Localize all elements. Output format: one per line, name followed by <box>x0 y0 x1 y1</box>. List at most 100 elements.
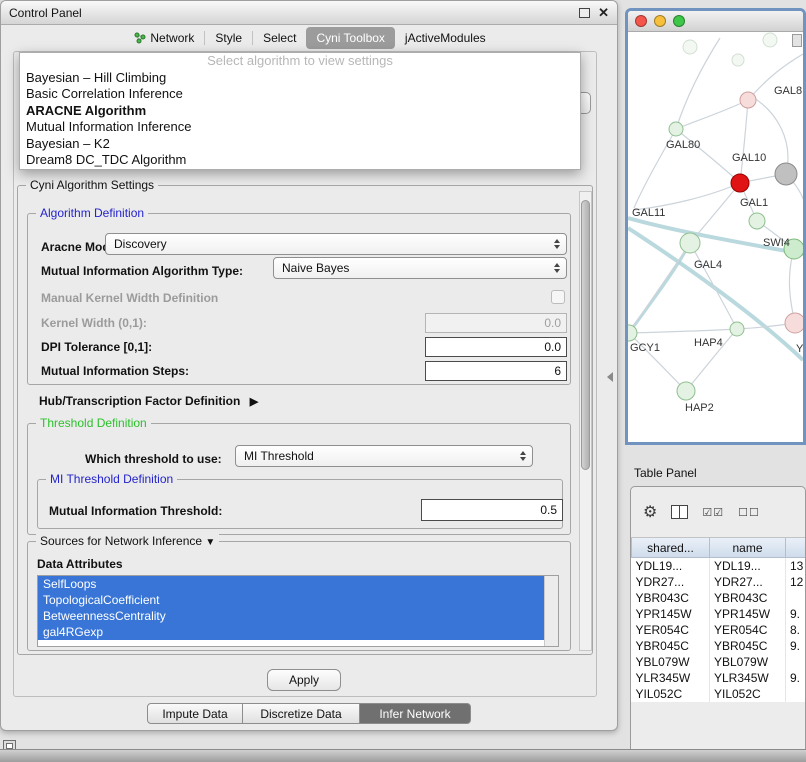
tab-infer-network[interactable]: Infer Network <box>359 703 471 724</box>
table-row[interactable]: YIL052C YIL052C <box>632 686 806 702</box>
table-row[interactable]: YBR043C YBR043C <box>632 590 806 606</box>
mi-steps-field[interactable] <box>425 361 567 381</box>
cell[interactable]: YBR043C <box>632 590 710 606</box>
mi-threshold-field[interactable] <box>421 499 563 521</box>
cell[interactable]: YBR043C <box>710 590 786 606</box>
network-canvas[interactable]: GAL8 GAL80 GAL10 GAL11 GAL1 SWI4 GAL4 GC… <box>628 32 803 443</box>
column-header[interactable]: shared... <box>632 538 710 558</box>
cell[interactable]: YIL052C <box>632 686 710 702</box>
cell[interactable]: YBR045C <box>710 638 786 654</box>
data-attributes-label: Data Attributes <box>37 557 123 571</box>
column-browser-icon[interactable] <box>671 505 688 519</box>
algorithm-option-selected[interactable]: ARACNE Algorithm <box>20 103 580 120</box>
mi-algorithm-type-label: Mutual Information Algorithm Type: <box>41 264 243 278</box>
cell[interactable]: 12 <box>786 574 806 590</box>
cell[interactable]: 8. <box>786 622 806 638</box>
sources-toggle[interactable]: Sources for Network Inference ▼ <box>36 534 219 550</box>
gear-icon[interactable]: ⚙ <box>643 502 657 522</box>
table-row[interactable]: YBR045C YBR045C 9. <box>632 638 806 654</box>
cell[interactable]: YDL19... <box>710 558 786 575</box>
cell[interactable]: YDL19... <box>632 558 710 575</box>
attribute-option-selected[interactable]: BetweennessCentrality <box>38 608 544 624</box>
canvas-scrollbar-button[interactable] <box>792 34 802 47</box>
table-row[interactable]: YLR345W YLR345W 9. <box>632 670 806 686</box>
table-row[interactable]: YPR145W YPR145W 9. <box>632 606 806 622</box>
tab-discretize-data[interactable]: Discretize Data <box>242 703 360 724</box>
cell[interactable]: 9. <box>786 606 806 622</box>
aracne-mode-combobox[interactable]: Discovery <box>105 233 567 255</box>
cell[interactable]: YLR345W <box>710 670 786 686</box>
network-node[interactable] <box>775 163 797 185</box>
table-row[interactable]: YER054C YER054C 8. <box>632 622 806 638</box>
cell[interactable]: YBL079W <box>710 654 786 670</box>
cell[interactable]: YPR145W <box>632 606 710 622</box>
network-node[interactable] <box>683 40 697 54</box>
algorithm-option[interactable]: Dream8 DC_TDC Algorithm <box>20 152 580 169</box>
list-scrollbar-track[interactable] <box>544 576 558 646</box>
network-node[interactable] <box>740 92 756 108</box>
network-node[interactable] <box>785 313 803 333</box>
close-traffic-light[interactable] <box>635 15 647 27</box>
tab-network[interactable]: Network <box>124 27 204 49</box>
cell[interactable]: YLR345W <box>632 670 710 686</box>
tab-style[interactable]: Style <box>205 27 252 49</box>
which-threshold-combobox[interactable]: MI Threshold <box>235 445 533 467</box>
network-node[interactable] <box>763 33 777 47</box>
attribute-option-selected[interactable]: gal4RGexp <box>38 624 544 640</box>
network-node[interactable] <box>677 382 695 400</box>
select-all-columns-icon[interactable]: ☑☑ <box>702 506 724 519</box>
hub-section-toggle[interactable]: Hub/Transcription Factor Definition ▶ <box>39 394 258 409</box>
algorithm-option[interactable]: Mutual Information Inference <box>20 119 580 136</box>
cell[interactable]: YBR045C <box>632 638 710 654</box>
tab-impute-data[interactable]: Impute Data <box>147 703 243 724</box>
minimize-traffic-light[interactable] <box>654 15 666 27</box>
tab-select[interactable]: Select <box>253 27 306 49</box>
cell[interactable] <box>786 590 806 606</box>
network-node[interactable] <box>628 325 637 341</box>
apply-button[interactable]: Apply <box>267 669 341 691</box>
attribute-option-selected[interactable]: TopologicalCoefficient <box>38 592 544 608</box>
mi-algorithm-type-combobox[interactable]: Naive Bayes <box>273 257 567 279</box>
cell[interactable]: YBL079W <box>632 654 710 670</box>
table-row[interactable]: YDL19... YDL19... 13 <box>632 558 806 575</box>
network-node[interactable] <box>731 174 749 192</box>
cell[interactable]: 9. <box>786 638 806 654</box>
cell[interactable]: 9. <box>786 670 806 686</box>
cell[interactable]: YPR145W <box>710 606 786 622</box>
settings-scrollbar-track[interactable] <box>579 191 592 651</box>
dpi-tolerance-field[interactable] <box>425 337 567 357</box>
network-node[interactable] <box>680 233 700 253</box>
cell[interactable]: YDR27... <box>710 574 786 590</box>
cell[interactable] <box>786 654 806 670</box>
column-header[interactable] <box>786 538 806 558</box>
splitter-collapse-arrow-icon[interactable] <box>607 372 613 382</box>
manual-kernel-width-checkbox[interactable] <box>551 290 565 304</box>
network-node[interactable] <box>732 54 744 66</box>
algorithm-option[interactable]: Basic Correlation Inference <box>20 86 580 103</box>
algorithm-option[interactable]: Bayesian – K2 <box>20 136 580 153</box>
network-node[interactable] <box>730 322 744 336</box>
control-panel-titlebar[interactable]: Control Panel ✕ <box>1 1 617 25</box>
cell[interactable]: 13 <box>786 558 806 575</box>
zoom-traffic-light[interactable] <box>673 15 685 27</box>
attribute-option-selected[interactable]: SelfLoops <box>38 576 544 592</box>
cell[interactable]: YIL052C <box>710 686 786 702</box>
network-node[interactable] <box>669 122 683 136</box>
tab-cyni-toolbox[interactable]: Cyni Toolbox <box>306 27 394 49</box>
cell[interactable] <box>786 686 806 702</box>
algorithm-option[interactable]: Bayesian – Hill Climbing <box>20 70 580 87</box>
table-row[interactable]: YBL079W YBL079W <box>632 654 806 670</box>
tab-jactivemodules[interactable]: jActiveModules <box>395 27 496 49</box>
cell[interactable]: YER054C <box>710 622 786 638</box>
close-icon[interactable]: ✕ <box>598 5 609 21</box>
network-node[interactable] <box>749 213 765 229</box>
network-window-titlebar[interactable] <box>628 11 803 32</box>
column-header[interactable]: name <box>710 538 786 558</box>
cell[interactable]: YDR27... <box>632 574 710 590</box>
cell[interactable]: YER054C <box>632 622 710 638</box>
table-row[interactable]: YDR27... YDR27... 12 <box>632 574 806 590</box>
deselect-all-columns-icon[interactable]: ☐☐ <box>738 506 760 519</box>
float-window-icon[interactable] <box>579 8 590 18</box>
settings-scrollbar-thumb[interactable] <box>581 200 590 470</box>
kernel-width-field[interactable] <box>425 313 567 333</box>
